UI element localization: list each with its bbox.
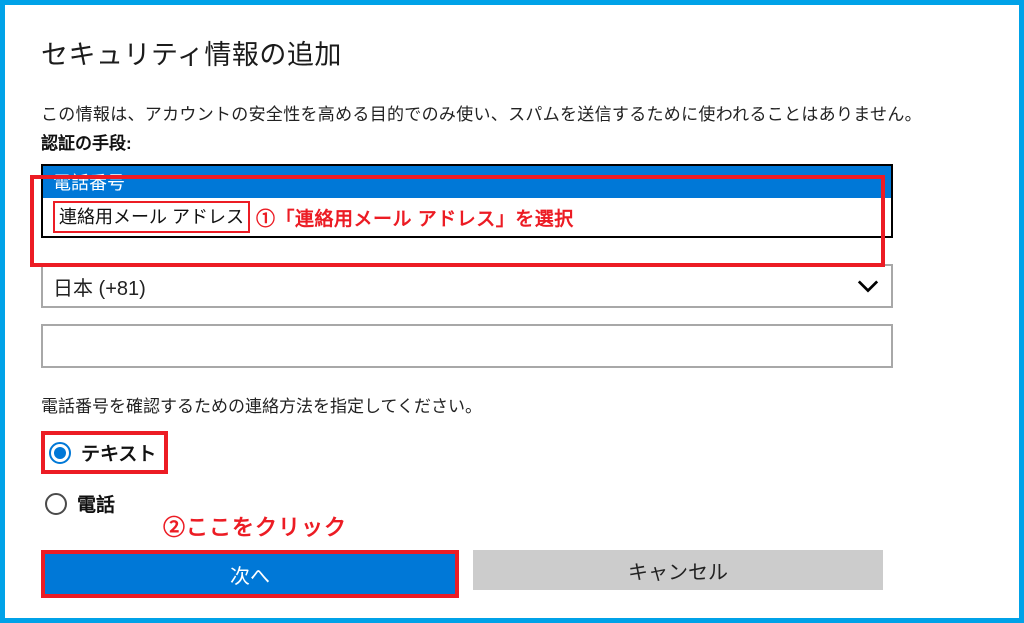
chevron-down-icon xyxy=(857,279,879,293)
radio-text-label: テキスト xyxy=(81,439,156,466)
radio-text[interactable]: テキスト xyxy=(41,431,168,474)
phone-number-input[interactable] xyxy=(41,324,893,368)
auth-method-option-email-label: 連絡用メール アドレス xyxy=(53,201,250,233)
auth-method-label: 認証の手段: xyxy=(41,129,983,154)
auth-method-option-phone[interactable]: 電話番号 xyxy=(43,166,891,198)
contact-method-radios: テキスト 電話 xyxy=(41,431,983,521)
annotation-step1: ①「連絡用メール アドレス」を選択 xyxy=(256,204,574,231)
auth-method-option-email[interactable]: 連絡用メール アドレス ①「連絡用メール アドレス」を選択 xyxy=(43,198,891,236)
country-code-select[interactable]: 日本 (+81) xyxy=(41,264,893,308)
button-row: 次へ キャンセル xyxy=(41,550,883,598)
next-button[interactable]: 次へ xyxy=(45,554,455,594)
dialog-window: セキュリティ情報の追加 この情報は、アカウントの安全性を高める目的でのみ使い、ス… xyxy=(0,0,1024,623)
auth-method-dropdown[interactable]: 電話番号 連絡用メール アドレス ①「連絡用メール アドレス」を選択 xyxy=(41,164,893,238)
dialog-description: この情報は、アカウントの安全性を高める目的でのみ使い、スパムを送信するために使わ… xyxy=(41,100,983,125)
annotation-frame-step2: 次へ xyxy=(41,550,459,598)
country-code-selected: 日本 (+81) xyxy=(53,272,146,301)
dialog-title: セキュリティ情報の追加 xyxy=(41,33,983,72)
annotation-step2: ②ここをクリック xyxy=(163,510,347,542)
contact-method-heading: 電話番号を確認するための連絡方法を指定してください。 xyxy=(41,392,983,417)
cancel-button[interactable]: キャンセル xyxy=(473,550,883,590)
radio-call-label: 電話 xyxy=(77,490,115,517)
radio-text-button[interactable] xyxy=(49,442,71,464)
radio-call-button[interactable] xyxy=(45,493,67,515)
